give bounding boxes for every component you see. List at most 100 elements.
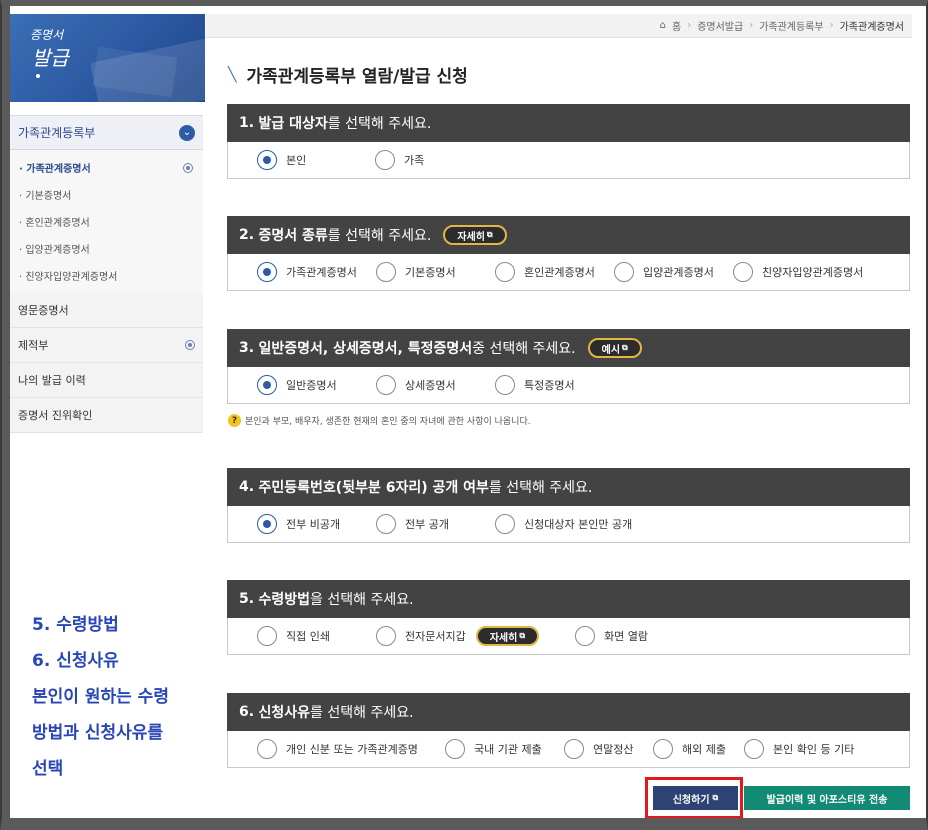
section-header: 4. 주민등록번호(뒷부분 6자리) 공개 여부 를 선택해 주세요. [227, 468, 910, 506]
home-icon[interactable]: ⌂ [660, 20, 666, 31]
option-label: 화면 열람 [604, 630, 649, 643]
option-full-adoption[interactable]: 친양자입양관계증명서 [733, 262, 863, 282]
title-accent-icon: ╲ [228, 66, 237, 83]
breadcrumb: ⌂ 홈 › 증명서발급 › 가족관계등록부 › 가족관계증명서 [206, 14, 912, 38]
section-number: 1. [239, 115, 255, 131]
sidebar-item-verify[interactable]: 증명서 진위확인 [10, 398, 203, 433]
radio-button[interactable] [495, 375, 515, 395]
section-options: 가족관계증명서 기본증명서 혼인관계증명서 입양관계증명서 친양자입양관계증명서 [227, 254, 910, 291]
option-basic[interactable]: 기본증명서 [376, 262, 495, 282]
sidebar-subitem-basic[interactable]: · 기본증명서 [10, 181, 203, 208]
radio-button[interactable] [376, 375, 396, 395]
banner-image: 증명서 발급 [10, 14, 205, 102]
example-button[interactable]: 예시 ⧉ [587, 338, 642, 358]
radio-button[interactable] [376, 262, 396, 282]
radio-button[interactable] [575, 626, 596, 646]
external-link-icon: ⧉ [519, 631, 526, 640]
option-all-public[interactable]: 전부 공개 [376, 514, 495, 534]
option-general[interactable]: 일반증명서 [257, 375, 376, 395]
radio-button[interactable] [445, 739, 465, 759]
radio-button[interactable] [257, 514, 277, 534]
option-self-only[interactable]: 신청대상자 본인만 공개 [495, 514, 632, 534]
radio-button[interactable] [495, 262, 515, 282]
section-id-disclosure: 4. 주민등록번호(뒷부분 6자리) 공개 여부 를 선택해 주세요. 전부 비공… [227, 468, 910, 543]
expand-dot-icon [185, 340, 195, 350]
section-header: 3. 일반증명서, 상세증명서, 특정증명서 중 선택해 주세요. 예시 ⧉ [227, 329, 910, 367]
sidebar-sub-list: · 가족관계증명서 · 기본증명서 · 혼인관계증명서 · 입양관계증명서 · … [10, 150, 203, 293]
sidebar-subitem-adoption[interactable]: · 입양관계증명서 [10, 235, 203, 262]
radio-button[interactable] [376, 514, 396, 534]
radio-button[interactable] [257, 739, 277, 759]
sidebar-item-label: 영문증명서 [18, 304, 69, 317]
section-rest: 를 선택해 주세요. [488, 480, 593, 496]
radio-button[interactable] [257, 262, 277, 282]
details-button[interactable]: 자세히 ⧉ [443, 225, 507, 245]
section-header: 5. 수령방법 을 선택해 주세요. [227, 580, 910, 618]
info-note-text: 본인과 부모, 배우자, 생존한 현재의 혼인 중의 자녀에 관한 사항이 나옵… [245, 417, 531, 427]
option-self[interactable]: 본인 [257, 150, 375, 170]
option-label: 가족관계증명서 [286, 266, 357, 279]
selected-dot-icon [183, 162, 193, 173]
section-header: 6. 신청사유 를 선택해 주세요. [227, 693, 910, 731]
radio-button[interactable] [257, 626, 277, 646]
section-receive-method: 5. 수령방법 을 선택해 주세요. 직접 인쇄 전자문서지갑 자세히 ⧉ 화면 열… [227, 580, 910, 655]
banner-dot [36, 74, 40, 78]
option-other[interactable]: 본인 확인 등 기타 [744, 739, 854, 759]
sidebar-subitem-marriage[interactable]: · 혼인관계증명서 [10, 208, 203, 235]
option-identity[interactable]: 개인 신분 또는 가족관계증명 [257, 739, 445, 759]
breadcrumb-item[interactable]: 가족관계등록부 [759, 18, 823, 33]
section-number: 4. [239, 479, 255, 495]
sidebar-item-label: 제적부 [18, 339, 49, 352]
option-adoption[interactable]: 입양관계증명서 [614, 262, 733, 282]
radio-button[interactable] [376, 626, 396, 646]
radio-button[interactable] [614, 262, 634, 282]
option-tax[interactable]: 연말정산 [564, 739, 653, 759]
option-all-private[interactable]: 전부 비공개 [257, 514, 376, 534]
radio-button[interactable] [257, 150, 277, 170]
sidebar-item-label: 가족관계등록부 [18, 126, 96, 140]
sidebar-item-my-history[interactable]: 나의 발급 이력 [10, 363, 203, 398]
option-e-wallet[interactable]: 전자문서지갑 [376, 626, 466, 646]
question-icon: ? [228, 414, 241, 427]
section-options: 본인 가족 [227, 142, 910, 179]
radio-button[interactable] [653, 739, 673, 759]
sidebar-item-removed-register[interactable]: 제적부 [10, 328, 203, 363]
radio-button[interactable] [375, 150, 395, 170]
section-rest: 중 선택해 주세요. [472, 341, 576, 357]
radio-button[interactable] [257, 375, 277, 395]
section-header: 2. 증명서 종류 를 선택해 주세요. 자세히 ⧉ [227, 216, 910, 254]
sidebar-item-english[interactable]: 영문증명서 [10, 293, 203, 328]
option-print[interactable]: 직접 인쇄 [257, 626, 376, 646]
details-button[interactable]: 자세히 ⧉ [475, 626, 540, 646]
sidebar-item-family-register[interactable]: 가족관계등록부 ⌄ [10, 115, 203, 150]
section-options: 직접 인쇄 전자문서지갑 자세히 ⧉ 화면 열람 [227, 618, 910, 655]
option-overseas[interactable]: 해외 제출 [653, 739, 744, 759]
option-detailed[interactable]: 상세증명서 [376, 375, 495, 395]
option-family-relation[interactable]: 가족관계증명서 [257, 262, 376, 282]
history-apostille-button[interactable]: 발급이력 및 아포스티유 전송 [744, 786, 910, 810]
section-rest: 를 선택해 주세요. [327, 116, 432, 132]
option-label: 일반증명서 [286, 379, 337, 392]
breadcrumb-item[interactable]: 증명서발급 [697, 18, 743, 33]
window-left-edge [0, 0, 10, 830]
sidebar-item-label: 증명서 진위확인 [18, 409, 93, 422]
option-marriage[interactable]: 혼인관계증명서 [495, 262, 614, 282]
radio-button[interactable] [495, 514, 515, 534]
option-domestic[interactable]: 국내 기관 제출 [445, 739, 564, 759]
option-label: 친양자입양관계증명서 [762, 266, 864, 279]
annotation-text: 방법과 신청사유를 [32, 723, 164, 743]
sidebar-subitem-family-relation[interactable]: · 가족관계증명서 [10, 154, 203, 181]
breadcrumb-home[interactable]: 홈 [672, 18, 681, 33]
page-title-text: 가족관계등록부 열람/발급 신청 [246, 67, 468, 87]
option-family[interactable]: 가족 [375, 150, 424, 170]
radio-button[interactable] [564, 739, 584, 759]
radio-button[interactable] [733, 262, 753, 282]
section-reason: 6. 신청사유 를 선택해 주세요. 개인 신분 또는 가족관계증명 국내 기관 … [227, 693, 910, 768]
option-specific[interactable]: 특정증명서 [495, 375, 575, 395]
option-screen-view[interactable]: 화면 열람 [575, 626, 648, 646]
details-button-label: 자세히 [489, 632, 518, 644]
section-options: 일반증명서 상세증명서 특정증명서 [227, 367, 910, 404]
sidebar-subitem-full-adoption[interactable]: · 친양자입양관계증명서 [10, 262, 203, 289]
option-label: 본인 확인 등 기타 [773, 743, 855, 756]
radio-button[interactable] [744, 739, 764, 759]
